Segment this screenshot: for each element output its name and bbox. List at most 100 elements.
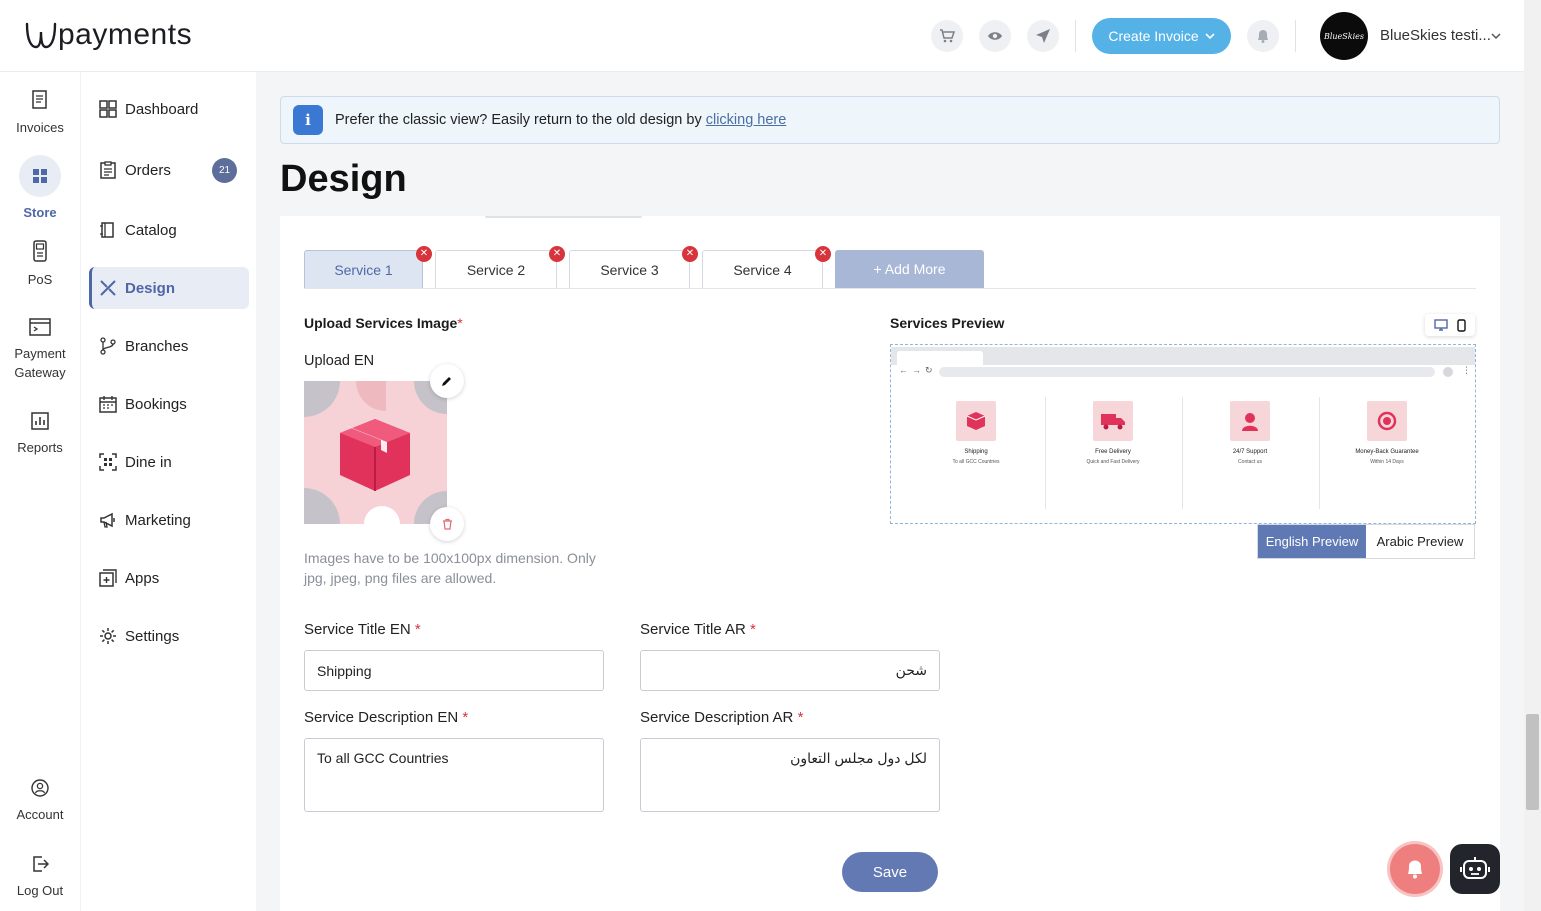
brand-logo[interactable]: payments [24, 18, 192, 52]
tab-service-4[interactable]: Service 4 [702, 250, 823, 288]
sidebar-item-label: Apps [125, 569, 160, 587]
required-mark: * [414, 621, 421, 638]
browser-menu-icon: ⋮ [1462, 365, 1471, 375]
rail-item-logout[interactable]: Log Out [0, 855, 80, 900]
upload-section-title: Upload Services Image* [304, 315, 463, 331]
scrollbar-thumb[interactable] [1526, 714, 1539, 810]
pos-terminal-icon [33, 240, 47, 262]
tab-service-3[interactable]: Service 3 [569, 250, 690, 288]
notifications-button[interactable] [1247, 20, 1279, 52]
service-description-ar-textarea[interactable]: لكل دول مجلس التعاون [640, 738, 940, 812]
package-icon [956, 401, 996, 441]
edit-image-button[interactable] [430, 364, 464, 398]
mobile-icon[interactable] [1457, 318, 1466, 332]
tab-service-2[interactable]: Service 2 [435, 250, 557, 288]
header-divider [1295, 20, 1296, 52]
payment-gateway-icon [29, 318, 51, 336]
sidebar-item-dine-in[interactable]: Dine in [89, 441, 249, 483]
delivery-truck-icon [1093, 401, 1133, 441]
account-name[interactable]: BlueSkies testi... [1380, 27, 1491, 44]
rail-item-payment-gateway[interactable]: Payment Gateway [0, 318, 80, 382]
cart-button[interactable] [931, 20, 963, 52]
preview-language-toggle: English Preview Arabic Preview [1257, 524, 1475, 559]
upload-section-label: Upload Services Image [304, 315, 458, 331]
desktop-icon[interactable] [1434, 319, 1448, 331]
money-back-icon [1367, 401, 1407, 441]
logout-icon [33, 856, 49, 872]
pencil-icon [442, 377, 451, 386]
browser-address-bar [939, 367, 1435, 377]
store-sidebar: Dashboard Orders 21 Catalog Design Branc… [80, 72, 256, 911]
clipboard-icon [100, 161, 116, 179]
sidebar-item-marketing[interactable]: Marketing [89, 499, 249, 541]
required-mark: * [457, 315, 463, 331]
device-toggle [1425, 314, 1475, 336]
field-label-text: Service Description EN [304, 709, 459, 726]
send-button[interactable] [1027, 20, 1059, 52]
rail-item-store[interactable]: Store [0, 155, 80, 222]
sidebar-item-settings[interactable]: Settings [89, 615, 249, 657]
sidebar-item-label: Marketing [125, 511, 191, 529]
sidebar-item-orders[interactable]: Orders 21 [89, 149, 249, 191]
chatbot-icon [1460, 857, 1490, 879]
field-label-text: Service Title AR [640, 621, 746, 638]
chevron-down-icon[interactable] [1490, 30, 1502, 42]
remove-service-3-icon[interactable]: ✕ [682, 246, 698, 262]
cart-icon [940, 29, 955, 43]
package-image [304, 381, 447, 524]
preview-service-title: 24/7 Support [1232, 449, 1268, 455]
logo-mark-icon [25, 22, 57, 49]
sidebar-item-label: Design [125, 279, 176, 297]
service-title-ar-input[interactable]: شحن [640, 650, 940, 691]
service-description-en-textarea[interactable]: To all GCC Countries [304, 738, 604, 812]
rail-item-invoices[interactable]: Invoices [0, 90, 80, 137]
sidebar-item-label: Dashboard [125, 100, 199, 118]
avatar[interactable]: BlueSkies [1320, 12, 1368, 60]
sidebar-item-bookings[interactable]: Bookings [89, 383, 249, 425]
sidebar-item-label: Branches [125, 337, 189, 355]
service-title-en-input[interactable]: Shipping [304, 650, 604, 691]
header-divider [1075, 20, 1076, 52]
save-button[interactable]: Save [842, 852, 938, 892]
sidebar-item-catalog[interactable]: Catalog [89, 209, 249, 251]
service-description-en-label: Service Description EN * [304, 709, 468, 726]
sidebar-item-apps[interactable]: Apps [89, 557, 249, 599]
apps-icon [99, 569, 117, 587]
preview-service-item: Money-Back Guarantee Within 14 Days [1319, 401, 1455, 467]
upload-hint: Images have to be 100x100px dimension. O… [304, 550, 596, 586]
classic-view-banner: i Prefer the classic view? Easily return… [280, 96, 1500, 144]
required-mark: * [797, 709, 804, 726]
rail-item-account[interactable]: Account [0, 779, 80, 824]
sidebar-item-dashboard[interactable]: Dashboard [89, 88, 249, 130]
browser-back-icon: ← [899, 365, 908, 375]
sidebar-item-design[interactable]: Design [89, 267, 249, 309]
create-invoice-button[interactable]: Create Invoice [1092, 18, 1231, 54]
upload-en-label: Upload EN [304, 353, 375, 369]
store-icon [33, 169, 47, 183]
preview-store-button[interactable] [979, 20, 1011, 52]
remove-service-2-icon[interactable]: ✕ [549, 246, 565, 262]
english-preview-button[interactable]: English Preview [1258, 525, 1366, 558]
megaphone-icon [100, 512, 115, 528]
chat-support-button[interactable] [1450, 844, 1500, 894]
services-preview-frame: ← → ↻ ⋮ Shipping To all GCC Countries Fr… [890, 344, 1476, 524]
field-label-text: Service Description AR [640, 709, 794, 726]
remove-service-1-icon[interactable]: ✕ [416, 246, 432, 262]
add-more-button[interactable]: + Add More [835, 250, 984, 288]
browser-forward-icon: → [912, 365, 921, 375]
branch-icon [100, 337, 116, 355]
arabic-preview-button[interactable]: Arabic Preview [1366, 525, 1474, 558]
rail-item-pos[interactable]: PoS [0, 240, 80, 289]
notification-fab[interactable] [1390, 844, 1440, 894]
service-title-ar-label: Service Title AR * [640, 621, 756, 638]
delete-image-button[interactable] [430, 507, 464, 541]
services-preview-title: Services Preview [890, 315, 1005, 331]
account-icon [31, 779, 49, 797]
bell-icon [1258, 30, 1268, 43]
remove-service-4-icon[interactable]: ✕ [815, 246, 831, 262]
tab-service-1[interactable]: Service 1 [304, 250, 423, 288]
classic-view-link[interactable]: clicking here [706, 112, 787, 128]
sidebar-item-branches[interactable]: Branches [89, 325, 249, 367]
sidebar-item-label: Orders [125, 161, 171, 179]
rail-item-reports[interactable]: Reports [0, 412, 80, 457]
